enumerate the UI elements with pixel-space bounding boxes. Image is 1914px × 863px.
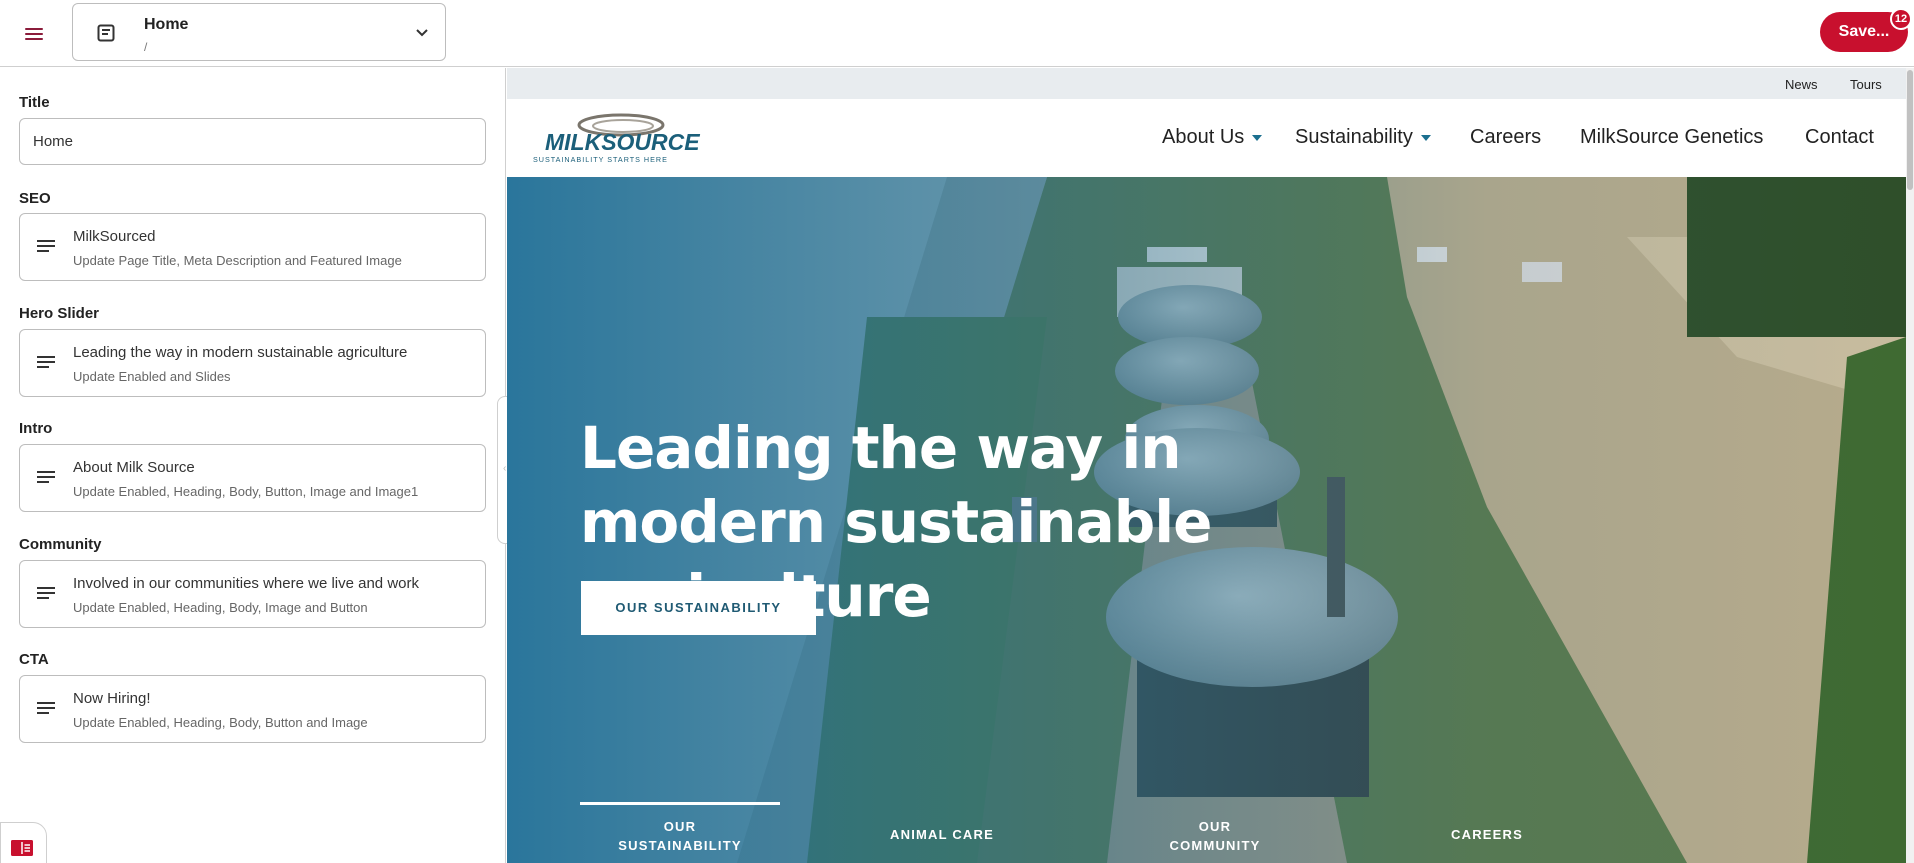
section-card-seo[interactable]: MilkSourced Update Page Title, Meta Desc…	[19, 213, 486, 281]
nav-sustainability[interactable]: Sustainability	[1295, 126, 1431, 149]
nav-contact[interactable]: Contact	[1805, 126, 1874, 149]
section-card-title: MilkSourced	[73, 228, 156, 245]
page-selector-title: Home	[144, 16, 189, 33]
chevron-left-icon: ‹	[503, 463, 507, 474]
utility-link-news[interactable]: News	[1785, 77, 1818, 92]
text-lines-icon	[37, 240, 55, 254]
text-lines-icon	[37, 702, 55, 716]
section-card-subtitle: Update Enabled, Heading, Body, Button, I…	[73, 484, 419, 499]
nav-about-us[interactable]: About Us	[1162, 126, 1263, 149]
hero-slider: Leading the way in modern sustainable ag…	[507, 177, 1906, 863]
chevron-down-icon	[416, 29, 428, 37]
nav-milksource-genetics[interactable]: MilkSource Genetics	[1580, 126, 1763, 149]
utility-bar: News Tours	[507, 68, 1906, 99]
unsaved-count-badge: 12	[1890, 8, 1912, 30]
page-selector[interactable]: Home /	[72, 3, 446, 61]
editor-sidebar: Title SEO MilkSourced Update Page Title,…	[0, 68, 506, 863]
section-label-seo: SEO	[19, 190, 51, 207]
section-card-title: About Milk Source	[73, 459, 195, 476]
nav-label: About Us	[1162, 126, 1245, 148]
document-icon	[97, 24, 115, 42]
section-card-hero-slider[interactable]: Leading the way in modern sustainable ag…	[19, 329, 486, 397]
text-lines-icon	[37, 356, 55, 370]
section-card-community[interactable]: Involved in our communities where we liv…	[19, 560, 486, 628]
nav-label: Sustainability	[1295, 126, 1413, 148]
title-input[interactable]	[19, 118, 486, 165]
section-card-cta[interactable]: Now Hiring! Update Enabled, Heading, Bod…	[19, 675, 486, 743]
svg-text:MILKSOURCE: MILKSOURCE	[545, 129, 700, 155]
utility-link-tours[interactable]: Tours	[1850, 77, 1882, 92]
slide-tab-our-sustainability[interactable]: OUR SUSTAINABILITY	[580, 802, 780, 855]
section-label-cta: CTA	[19, 651, 49, 668]
scrollbar-thumb[interactable]	[1907, 70, 1913, 190]
slide-tab-our-community[interactable]: OUR COMMUNITY	[1115, 817, 1315, 855]
nav-careers[interactable]: Careers	[1470, 126, 1541, 149]
section-card-subtitle: Update Page Title, Meta Description and …	[73, 253, 402, 268]
page-selector-path: /	[144, 40, 148, 54]
bottom-panel-tab[interactable]	[0, 822, 47, 863]
site-header: MILKSOURCE SUSTAINABILITY STARTS HERE Ab…	[507, 99, 1906, 177]
caret-down-icon	[1252, 134, 1263, 141]
hamburger-menu-icon[interactable]	[22, 22, 46, 42]
section-card-title: Now Hiring!	[73, 690, 151, 707]
milksource-logo[interactable]: MILKSOURCE SUSTAINABILITY STARTS HERE	[531, 110, 711, 166]
section-card-intro[interactable]: About Milk Source Update Enabled, Headin…	[19, 444, 486, 512]
slide-tab-animal-care[interactable]: ANIMAL CARE	[842, 817, 1042, 844]
section-card-title: Involved in our communities where we liv…	[73, 575, 419, 592]
section-card-subtitle: Update Enabled, Heading, Body, Button an…	[73, 715, 368, 730]
text-lines-icon	[37, 471, 55, 485]
section-card-title: Leading the way in modern sustainable ag…	[73, 344, 408, 361]
text-lines-icon	[37, 587, 55, 601]
title-label: Title	[19, 94, 50, 111]
section-label-hero-slider: Hero Slider	[19, 305, 100, 322]
preview-scrollbar[interactable]	[1906, 68, 1914, 863]
svg-text:SUSTAINABILITY STARTS HERE: SUSTAINABILITY STARTS HERE	[533, 155, 668, 164]
site-preview: News Tours MILKSOURCE SUSTAINABILITY STA…	[507, 68, 1906, 863]
top-bar: Home / Save... 12	[0, 0, 1914, 67]
slide-tab-careers[interactable]: CAREERS	[1387, 817, 1587, 844]
section-label-intro: Intro	[19, 420, 53, 437]
hero-cta-button[interactable]: OUR SUSTAINABILITY	[581, 581, 816, 635]
book-icon	[11, 840, 33, 856]
section-label-community: Community	[19, 536, 102, 553]
caret-down-icon	[1420, 134, 1431, 141]
section-card-subtitle: Update Enabled and Slides	[73, 369, 231, 384]
section-card-subtitle: Update Enabled, Heading, Body, Image and…	[73, 600, 368, 615]
